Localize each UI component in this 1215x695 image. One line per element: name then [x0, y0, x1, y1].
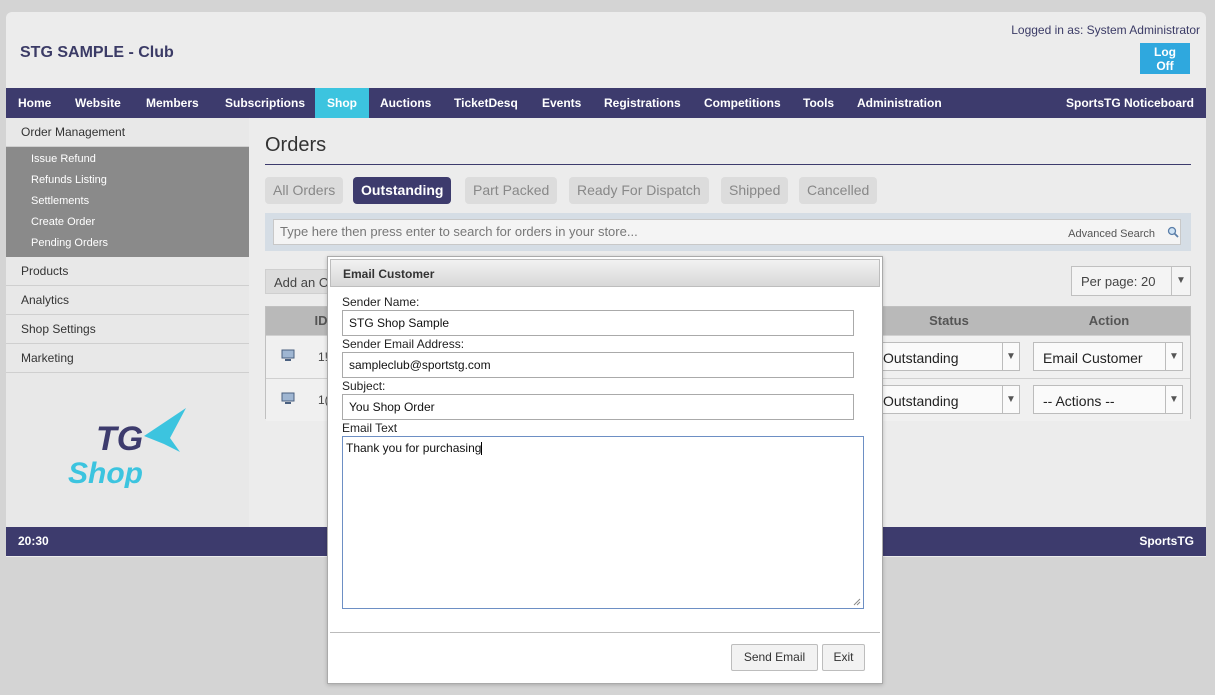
sender-name-field[interactable]: STG Shop Sample: [342, 310, 854, 336]
email-text-area[interactable]: Thank you for purchasing: [342, 436, 864, 609]
nav-members[interactable]: Members: [134, 88, 211, 118]
sender-email-field[interactable]: sampleclub@sportstg.com: [342, 352, 854, 378]
text-cursor: [481, 442, 483, 456]
email-text-label: Email Text: [342, 421, 398, 435]
nav-shop[interactable]: Shop: [315, 88, 369, 118]
nav-auctions[interactable]: Auctions: [368, 88, 443, 118]
search-bar: Type here then press enter to search for…: [265, 213, 1191, 251]
logo-text-tg: TG: [96, 420, 143, 458]
dialog-title: Email Customer: [330, 259, 880, 287]
sidebar: Order Management Issue Refund Refunds Li…: [6, 118, 249, 527]
resize-grip-icon[interactable]: [853, 598, 861, 606]
sender-email-label: Sender Email Address:: [342, 337, 465, 351]
search-input[interactable]: Type here then press enter to search for…: [273, 219, 1181, 245]
status-value: Outstanding: [883, 393, 959, 409]
action-value: -- Actions --: [1043, 393, 1115, 409]
nav-website[interactable]: Website: [63, 88, 133, 118]
status-value: Outstanding: [883, 350, 959, 366]
sidebar-item-refunds-listing[interactable]: Refunds Listing: [6, 170, 249, 191]
page-title: Orders: [265, 134, 1191, 165]
header: STG SAMPLE - Club Logged in as: System A…: [6, 12, 1206, 88]
nav-subscriptions[interactable]: Subscriptions: [213, 88, 317, 118]
noticeboard-link[interactable]: SportsTG Noticeboard: [1066, 88, 1194, 118]
nav-home[interactable]: Home: [6, 88, 63, 118]
monitor-icon: [281, 392, 295, 404]
log-off-button[interactable]: Log Off: [1140, 43, 1190, 74]
tab-outstanding[interactable]: Outstanding: [353, 177, 452, 204]
footer-brand: SportsTG: [1139, 534, 1194, 548]
email-text-value: Thank you for purchasing: [346, 441, 482, 455]
chevron-down-icon: ▼: [1002, 386, 1019, 413]
sidebar-item-create-order[interactable]: Create Order: [6, 212, 249, 233]
monitor-icon: [281, 349, 295, 361]
column-header-action: Action: [1088, 313, 1130, 328]
search-icon[interactable]: [1167, 226, 1179, 238]
nav-competitions[interactable]: Competitions: [692, 88, 793, 118]
per-page-select[interactable]: Per page: 20 ▼: [1071, 266, 1191, 296]
chevron-down-icon: ▼: [1165, 386, 1182, 413]
nav-events[interactable]: Events: [530, 88, 593, 118]
chevron-down-icon: ▼: [1171, 267, 1190, 295]
action-select[interactable]: Email Customer ▼: [1033, 342, 1183, 371]
tab-cancelled[interactable]: Cancelled: [799, 177, 878, 204]
action-select[interactable]: -- Actions -- ▼: [1033, 385, 1183, 414]
logo-text-shop: Shop: [68, 457, 143, 488]
advanced-search-link[interactable]: Advanced Search: [1068, 228, 1155, 240]
subject-label: Subject:: [342, 379, 386, 393]
sidebar-item-settlements[interactable]: Settlements: [6, 191, 249, 212]
sidebar-item-analytics[interactable]: Analytics: [6, 286, 249, 315]
sidebar-order-management[interactable]: Order Management: [6, 118, 249, 147]
sidebar-submenu: Issue Refund Refunds Listing Settlements…: [6, 147, 249, 257]
status-select[interactable]: Outstanding ▼: [878, 385, 1020, 414]
nav-tools[interactable]: Tools: [791, 88, 846, 118]
tab-all-orders[interactable]: All Orders: [265, 177, 344, 204]
tab-shipped[interactable]: Shipped: [721, 177, 789, 204]
action-value: Email Customer: [1043, 350, 1143, 366]
sidebar-item-issue-refund[interactable]: Issue Refund: [6, 149, 249, 170]
per-page-label: Per page: 20: [1081, 274, 1156, 289]
send-email-button[interactable]: Send Email: [731, 644, 818, 671]
nav-administration[interactable]: Administration: [845, 88, 954, 118]
dialog-divider: [330, 632, 880, 633]
chevron-down-icon: ▼: [1165, 343, 1182, 370]
column-header-status: Status: [929, 313, 969, 328]
main-nav: Home Website Members Subscriptions Shop …: [6, 88, 1206, 118]
email-customer-dialog: Email Customer Sender Name: STG Shop Sam…: [327, 256, 883, 684]
tgshop-logo: TG Shop: [68, 408, 186, 488]
status-select[interactable]: Outstanding ▼: [878, 342, 1020, 371]
exit-button[interactable]: Exit: [822, 644, 865, 671]
sidebar-item-shop-settings[interactable]: Shop Settings: [6, 315, 249, 344]
footer-time: 20:30: [18, 534, 49, 548]
tab-part-packed[interactable]: Part Packed: [465, 177, 558, 204]
logged-in-label: Logged in as: System Administrator: [1011, 23, 1200, 37]
nav-ticketdesq[interactable]: TicketDesq: [442, 88, 530, 118]
nav-registrations[interactable]: Registrations: [592, 88, 693, 118]
sidebar-item-pending-orders[interactable]: Pending Orders: [6, 233, 249, 254]
sidebar-item-products[interactable]: Products: [6, 257, 249, 286]
sidebar-item-marketing[interactable]: Marketing: [6, 344, 249, 373]
subject-field[interactable]: You Shop Order: [342, 394, 854, 420]
club-title: STG SAMPLE - Club: [20, 44, 174, 61]
sender-name-label: Sender Name:: [342, 295, 420, 309]
tab-ready-for-dispatch[interactable]: Ready For Dispatch: [569, 177, 709, 204]
star-icon: [144, 408, 186, 452]
chevron-down-icon: ▼: [1002, 343, 1019, 370]
